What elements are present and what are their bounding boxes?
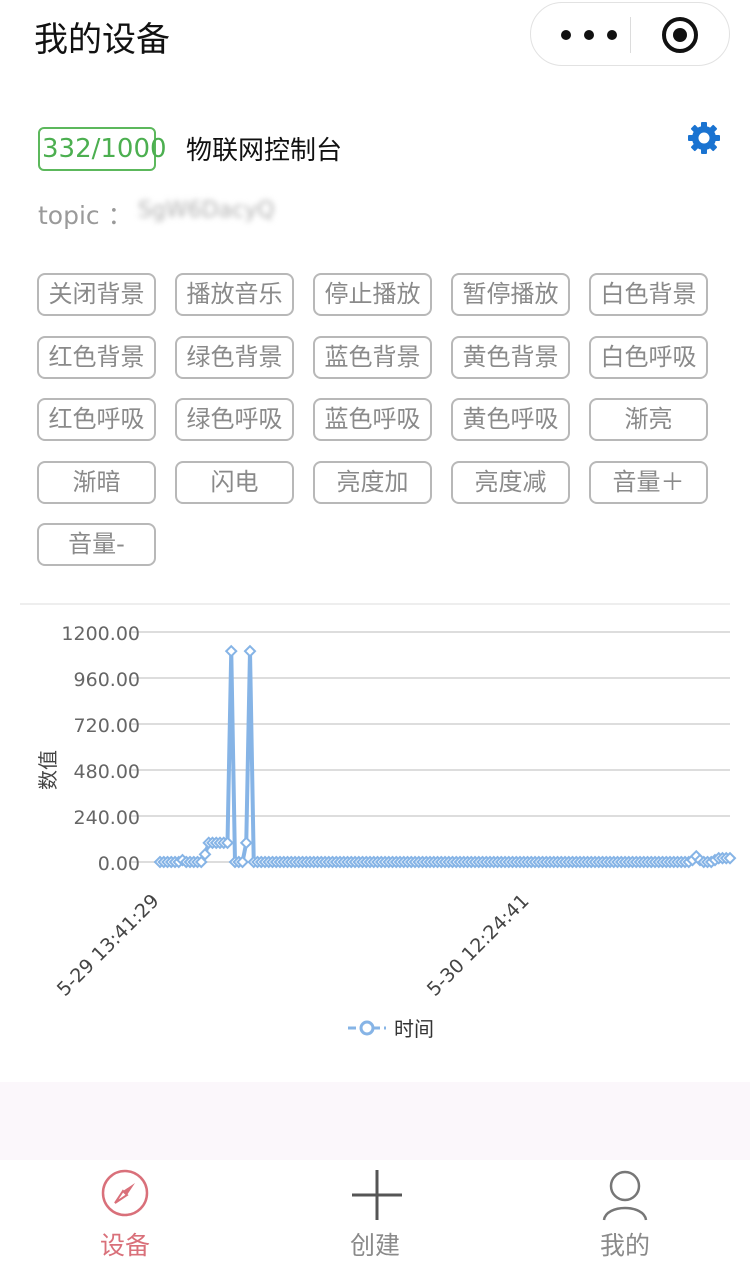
y-tick-label: 720.00 <box>74 715 140 737</box>
topic-label: topic ： <box>38 201 133 230</box>
tab-create[interactable]: 创建 <box>250 1160 500 1270</box>
command-button[interactable]: 音量- <box>37 523 156 566</box>
gear-icon[interactable] <box>686 120 722 156</box>
section-divider <box>20 603 730 605</box>
y-axis-label: 数值 <box>36 750 60 790</box>
command-button[interactable]: 音量＋ <box>589 460 708 504</box>
command-button[interactable]: 播放音乐 <box>175 273 294 316</box>
device-name: 物联网控制台 <box>186 136 343 166</box>
command-button[interactable]: 蓝色呼吸 <box>313 398 432 441</box>
tab-bar: 设备 创建 我的 <box>0 1160 750 1270</box>
y-tick-label: 1200.00 <box>61 623 140 645</box>
data-point <box>243 644 257 658</box>
command-button[interactable]: 闪电 <box>175 460 294 504</box>
page-title: 我的设备 <box>34 20 170 60</box>
command-button[interactable]: 红色背景 <box>37 335 156 379</box>
topic-value: SgW6DacyQ <box>138 198 275 223</box>
compass-icon <box>101 1169 149 1217</box>
command-button[interactable]: 暂停播放 <box>451 273 570 316</box>
command-button[interactable]: 红色呼吸 <box>37 398 156 441</box>
legend-label: 时间 <box>394 1017 434 1041</box>
y-tick-label: 0.00 <box>98 853 140 875</box>
command-button[interactable]: 白色背景 <box>589 273 708 316</box>
tab-devices[interactable]: 设备 <box>0 1160 250 1270</box>
y-tick-label: 480.00 <box>74 761 140 783</box>
command-button[interactable]: 渐暗 <box>37 460 156 504</box>
data-point <box>224 644 238 658</box>
more-icon[interactable] <box>559 17 619 53</box>
command-button[interactable]: 白色呼吸 <box>589 335 708 379</box>
footer-band <box>0 1082 750 1160</box>
command-button[interactable]: 黄色背景 <box>451 335 570 379</box>
command-button[interactable]: 蓝色背景 <box>313 335 432 379</box>
menu-capsule <box>530 2 730 66</box>
y-tick-label: 240.00 <box>74 807 140 829</box>
command-button[interactable]: 亮度减 <box>451 460 570 504</box>
y-tick-label: 960.00 <box>74 669 140 691</box>
command-button[interactable]: 绿色背景 <box>175 335 294 379</box>
legend-marker <box>359 1020 375 1036</box>
capsule-divider <box>630 17 631 53</box>
message-counter-badge: 332/1000 <box>38 127 167 171</box>
command-button[interactable]: 黄色呼吸 <box>451 398 570 441</box>
command-button[interactable]: 停止播放 <box>313 273 432 316</box>
series-line <box>160 649 730 864</box>
tab-mine[interactable]: 我的 <box>500 1160 750 1270</box>
command-button[interactable]: 亮度加 <box>313 460 432 504</box>
command-button[interactable]: 关闭背景 <box>37 273 156 316</box>
navigation-bar: 我的设备 <box>0 0 750 70</box>
data-line-chart: 1200.00 960.00 720.00 480.00 240.00 0.00 数值 5-2… <box>36 623 737 1041</box>
data-point <box>239 836 253 850</box>
tab-label-mine: 我的 <box>599 1231 650 1260</box>
command-button[interactable]: 渐亮 <box>589 398 708 441</box>
close-target-icon[interactable] <box>662 17 698 53</box>
tab-label-devices: 设备 <box>99 1231 150 1260</box>
command-button[interactable]: 绿色呼吸 <box>175 398 294 441</box>
x-tick-label: 5-30 12:24:41 <box>423 890 534 1001</box>
user-icon <box>602 1170 648 1221</box>
tab-label-create: 创建 <box>349 1231 400 1260</box>
x-tick-label: 5-29 13:41:29 <box>53 890 164 1001</box>
plus-icon <box>352 1170 402 1220</box>
